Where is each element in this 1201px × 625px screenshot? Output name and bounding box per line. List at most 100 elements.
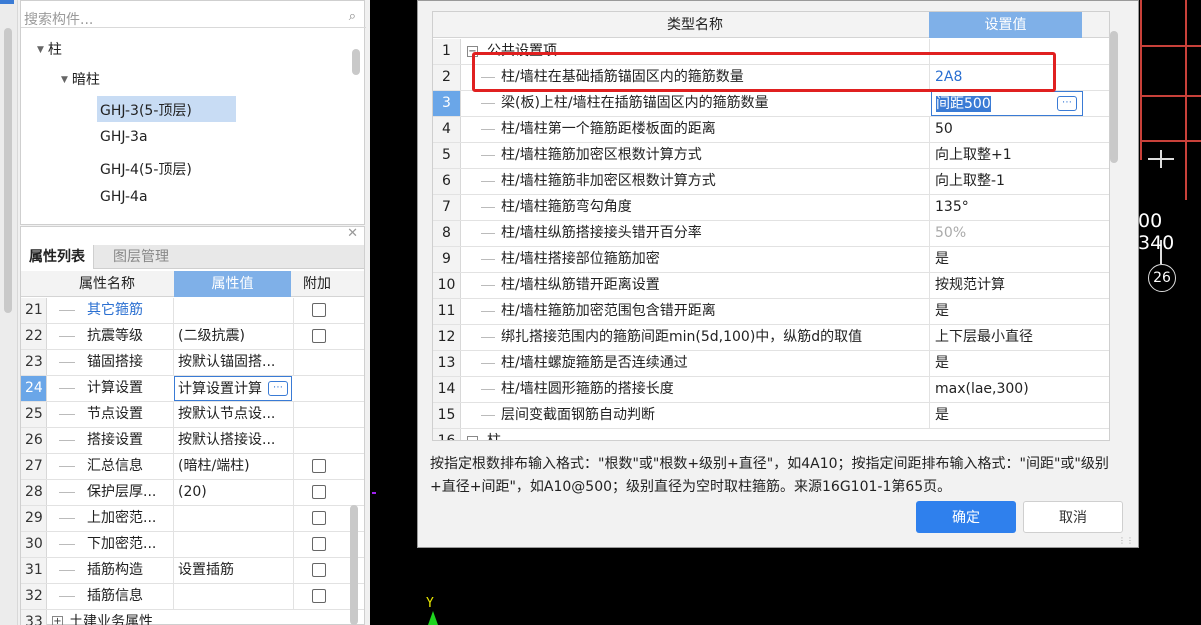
property-name: 计算设置 — [87, 380, 143, 396]
table-row[interactable]: 6 柱/墙柱箍筋非加密区根数计算方式 向上取整-1 — [433, 169, 1109, 195]
table-row[interactable]: 13 柱/墙柱螺旋箍筋是否连续通过 是 — [433, 351, 1109, 377]
column-divider — [929, 169, 930, 194]
column-divider — [293, 480, 294, 505]
confirm-button[interactable]: 确定 — [916, 501, 1016, 533]
table-row-selected[interactable]: 24 计算设置 计算设置计算 ⋯ — [21, 376, 364, 402]
row-number: 14 — [433, 377, 461, 402]
setting-value[interactable]: 50% — [931, 221, 1083, 246]
property-value[interactable]: (二级抗震) — [178, 324, 291, 349]
table-row[interactable]: 7 柱/墙柱箍筋弯勾角度 135° — [433, 195, 1109, 221]
table-row[interactable]: 31 插筋构造 设置插筋 — [21, 558, 364, 584]
setting-value[interactable]: 是 — [931, 299, 1083, 324]
setting-value[interactable]: 向上取整-1 — [931, 169, 1083, 194]
table-row[interactable]: 12 绑扎搭接范围内的箍筋间距min(5d,100)中，纵筋d的取值 上下层最小… — [433, 325, 1109, 351]
attach-checkbox[interactable] — [312, 511, 326, 525]
tree-leaf-ghj-3[interactable]: GHJ-3(5-顶层) — [100, 100, 192, 120]
collapse-icon[interactable]: − — [467, 436, 478, 440]
ellipsis-button[interactable]: ⋯ — [268, 381, 288, 396]
resize-grip-icon[interactable]: ⋮⋮ — [1118, 536, 1134, 545]
left-edge-scrollbar[interactable] — [4, 28, 12, 313]
property-value[interactable]: 按默认锚固搭... — [178, 350, 291, 375]
property-value[interactable] — [178, 532, 291, 557]
attach-checkbox[interactable] — [312, 329, 326, 343]
chevron-down-icon[interactable]: ▼ — [61, 75, 68, 85]
table-row[interactable]: 23 锚固搭接 按默认锚固搭... — [21, 350, 364, 376]
attach-checkbox[interactable] — [312, 537, 326, 551]
table-row[interactable]: 8 柱/墙柱纵筋搭接接头错开百分率 50% — [433, 221, 1109, 247]
tree-leaf-ghj-3a[interactable]: GHJ-3a — [100, 129, 148, 145]
setting-value[interactable]: 上下层最小直径 — [931, 325, 1083, 350]
property-scrollbar[interactable] — [350, 505, 358, 625]
table-row[interactable]: 9 柱/墙柱搭接部位箍筋加密 是 — [433, 247, 1109, 273]
property-value[interactable] — [178, 298, 291, 323]
tree-line — [481, 155, 495, 156]
close-icon[interactable]: ✕ — [347, 226, 358, 241]
setting-value[interactable]: 按规范计算 — [931, 273, 1083, 298]
table-row[interactable]: 21 其它箍筋 — [21, 298, 364, 324]
row-number: 31 — [21, 558, 47, 583]
table-row[interactable]: 14 柱/墙柱圆形箍筋的搭接长度 max(lae,300) — [433, 377, 1109, 403]
property-value[interactable]: 按默认搭接设... — [178, 428, 291, 453]
attach-checkbox[interactable] — [312, 563, 326, 577]
property-value[interactable]: 按默认节点设... — [178, 402, 291, 427]
ellipsis-button[interactable]: ⋯ — [1057, 96, 1077, 111]
setting-value[interactable]: 50 — [931, 117, 1083, 142]
attach-checkbox[interactable] — [312, 589, 326, 603]
tree-node-hidden-column[interactable]: ▼ 暗柱 — [61, 69, 100, 89]
table-row[interactable]: 10 柱/墙柱纵筋错开距离设置 按规范计算 — [433, 273, 1109, 299]
setting-value[interactable]: 是 — [931, 403, 1083, 428]
grid-scrollbar[interactable] — [1110, 31, 1118, 163]
chevron-down-icon[interactable]: ▼ — [37, 45, 44, 55]
property-name: 抗震等级 — [87, 328, 143, 344]
row-number: 1 — [433, 39, 461, 64]
selected-text[interactable]: 间距500 — [936, 96, 991, 112]
setting-value[interactable]: 135° — [931, 195, 1083, 220]
property-value[interactable]: 设置插筋 — [178, 558, 291, 583]
table-row[interactable]: 32 插筋信息 — [21, 584, 364, 610]
tab-property-list[interactable]: 属性列表 — [21, 245, 94, 269]
table-row-group[interactable]: 16 − 柱 — [433, 429, 1109, 440]
tab-layer-management[interactable]: 图层管理 — [105, 245, 177, 269]
table-row[interactable]: 22 抗震等级 (二级抗震) — [21, 324, 364, 350]
column-divider — [173, 584, 174, 609]
table-row[interactable]: 27 汇总信息 (暗柱/端柱) — [21, 454, 364, 480]
table-row[interactable]: 33 + 土建业务属性 — [21, 610, 364, 625]
tree-leaf-ghj-4a[interactable]: GHJ-4a — [100, 189, 148, 205]
table-row[interactable]: 5 柱/墙柱箍筋加密区根数计算方式 向上取整+1 — [433, 143, 1109, 169]
property-value[interactable]: (20) — [178, 480, 291, 505]
table-row[interactable]: 30 下加密范... — [21, 532, 364, 558]
column-divider — [929, 403, 930, 428]
column-divider — [929, 117, 930, 142]
table-row[interactable]: 29 上加密范... — [21, 506, 364, 532]
column-divider — [173, 454, 174, 479]
table-row[interactable]: 15 层间变截面钢筋自动判断 是 — [433, 403, 1109, 429]
setting-value[interactable]: 是 — [931, 247, 1083, 272]
property-value[interactable] — [178, 584, 291, 609]
row-number: 3 — [433, 91, 461, 116]
table-row[interactable]: 28 保护层厚... (20) — [21, 480, 364, 506]
table-row[interactable]: 11 柱/墙柱箍筋加密范围包含错开距离 是 — [433, 299, 1109, 325]
setting-value[interactable]: 是 — [931, 351, 1083, 376]
attach-checkbox[interactable] — [312, 459, 326, 473]
cancel-button[interactable]: 取消 — [1023, 501, 1123, 533]
tree-node-column[interactable]: ▼ 柱 — [37, 39, 62, 59]
property-value[interactable] — [178, 506, 291, 531]
search-input[interactable]: 搜索构件... — [24, 9, 93, 29]
attach-checkbox[interactable] — [312, 303, 326, 317]
tree-scrollbar[interactable] — [352, 49, 360, 75]
table-row[interactable]: 4 柱/墙柱第一个箍筋距楼板面的距离 50 — [433, 117, 1109, 143]
component-tree-panel: 搜索构件... ⌕ ▼ 柱 ▼ 暗柱 GHJ-3(5-顶层) GHJ-3a GHJ-… — [20, 0, 366, 225]
attach-checkbox[interactable] — [312, 485, 326, 499]
row-number: 6 — [433, 169, 461, 194]
setting-value[interactable]: 向上取整+1 — [931, 143, 1083, 168]
expand-icon[interactable]: + — [52, 616, 63, 625]
table-row[interactable]: 25 节点设置 按默认节点设... — [21, 402, 364, 428]
search-icon[interactable]: ⌕ — [349, 9, 356, 24]
table-row[interactable]: 26 搭接设置 按默认搭接设... — [21, 428, 364, 454]
search-bar[interactable]: 搜索构件... ⌕ — [21, 6, 366, 28]
setting-value[interactable]: max(lae,300) — [931, 377, 1083, 402]
tree-leaf-ghj-4[interactable]: GHJ-4(5-顶层) — [100, 159, 192, 179]
header-property-value: 属性值 — [174, 271, 291, 297]
table-row-selected[interactable]: 3 梁(板)上柱/墙柱在插筋锚固区内的箍筋数量 间距500 ⋯ — [433, 91, 1109, 117]
property-value[interactable]: (暗柱/端柱) — [178, 454, 291, 479]
